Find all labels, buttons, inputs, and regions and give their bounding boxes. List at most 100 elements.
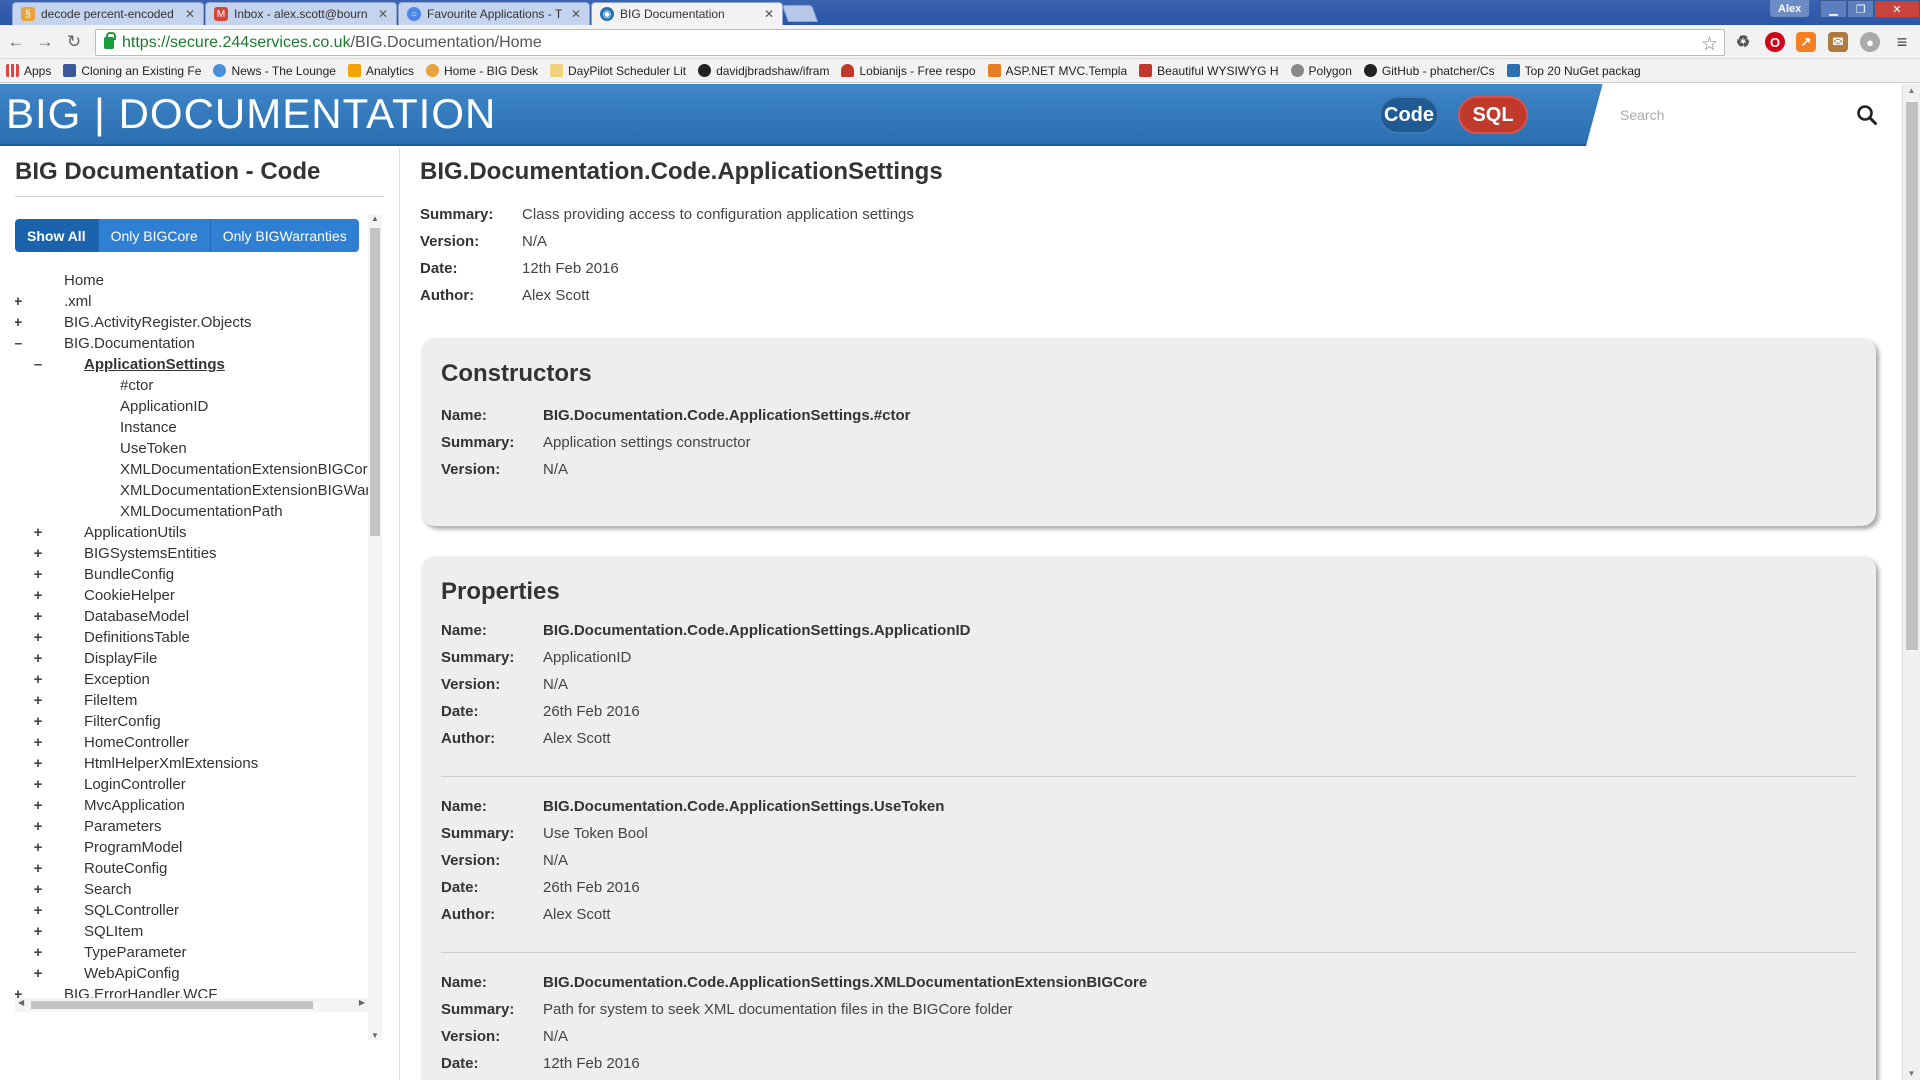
analytics-extension-icon[interactable]: ↗ <box>1796 32 1816 52</box>
back-arrow-icon[interactable]: ← <box>6 32 26 52</box>
tree-item-label[interactable]: Instance <box>120 417 177 438</box>
expand-icon[interactable]: + <box>15 312 25 333</box>
scrollbar-thumb[interactable] <box>1906 102 1918 650</box>
tab-close-icon[interactable]: ✕ <box>378 7 388 21</box>
expand-icon[interactable]: + <box>31 732 45 753</box>
bookmark-item[interactable]: Beautiful WYSIWYG H <box>1139 64 1279 78</box>
bookmark-item[interactable]: Home - BIG Desk <box>425 64 538 78</box>
expand-icon[interactable]: + <box>31 879 45 900</box>
tree-item[interactable]: XMLDocumentationExtensionBIGWarr <box>15 480 368 501</box>
bookmark-item[interactable]: davidjbradshaw/ifram <box>698 64 829 78</box>
bookmark-item[interactable]: Top 20 NuGet packag <box>1506 64 1641 78</box>
tab-close-icon[interactable]: ✕ <box>185 7 195 21</box>
tree-item[interactable]: + CookieHelper <box>15 585 368 606</box>
tree-item[interactable]: + BIGSystemsEntities <box>15 543 368 564</box>
tree-item-label[interactable]: XMLDocumentationExtensionBIGWarr <box>120 480 368 501</box>
filter-only-bigwarranties-button[interactable]: Only BIGWarranties <box>210 219 359 252</box>
collapse-icon[interactable]: – <box>15 333 25 354</box>
tab-close-icon[interactable]: ✕ <box>764 7 774 21</box>
tree-item-label[interactable]: HomeController <box>84 732 189 753</box>
collapse-icon[interactable]: – <box>31 354 45 375</box>
tree-item[interactable]: + TypeParameter <box>15 942 368 963</box>
tree-item-label[interactable]: BundleConfig <box>84 564 174 585</box>
scrollbar-thumb[interactable] <box>31 1001 313 1009</box>
tree-item[interactable]: + RouteConfig <box>15 858 368 879</box>
tree-item-label[interactable]: TypeParameter <box>84 942 187 963</box>
tree-item-label[interactable]: FilterConfig <box>84 711 161 732</box>
tree-item-label[interactable]: ApplicationUtils <box>84 522 187 543</box>
tree-item-label[interactable]: BIG.ActivityRegister.Objects <box>64 312 252 333</box>
tree-item-label[interactable]: SQLItem <box>84 921 143 942</box>
expand-icon[interactable]: + <box>31 753 45 774</box>
expand-icon[interactable]: + <box>31 690 45 711</box>
browser-tab[interactable]: ○ Favourite Applications - T ✕ <box>398 2 590 25</box>
brand-title[interactable]: BIG | DOCUMENTATION <box>6 90 496 138</box>
extension-icon[interactable]: ● <box>1860 32 1880 52</box>
new-tab-button[interactable] <box>781 5 819 22</box>
tree-item[interactable]: + DisplayFile <box>15 648 368 669</box>
tree-item-label[interactable]: XMLDocumentationPath <box>120 501 283 522</box>
page-vertical-scrollbar[interactable]: ▲ ▼ <box>1902 84 1920 1080</box>
tree-item[interactable]: + ApplicationUtils <box>15 522 368 543</box>
tree-item-label[interactable]: FileItem <box>84 690 137 711</box>
tree-item-label[interactable]: ProgramModel <box>84 837 182 858</box>
tree-item[interactable]: Instance <box>15 417 368 438</box>
tree-item[interactable]: – BIG.Documentation <box>15 333 368 354</box>
tree-item[interactable]: + DatabaseModel <box>15 606 368 627</box>
bookmark-item[interactable]: Analytics <box>347 64 414 78</box>
tree-item-label[interactable]: BIG.Documentation <box>64 333 195 354</box>
tree-item[interactable]: + HtmlHelperXmlExtensions <box>15 753 368 774</box>
tree-item[interactable]: UseToken <box>15 438 368 459</box>
tree-item-label[interactable]: #ctor <box>120 375 153 396</box>
reload-icon[interactable]: ↻ <box>64 32 84 52</box>
tree-item-label[interactable]: DefinitionsTable <box>84 627 190 648</box>
tree-item-label[interactable]: SQLController <box>84 900 179 921</box>
maximize-icon[interactable]: ❐ <box>1847 0 1874 18</box>
bookmark-item[interactable]: News - The Lounge <box>213 64 336 78</box>
tree-item-label[interactable]: UseToken <box>120 438 187 459</box>
tree-item[interactable]: + SQLItem <box>15 921 368 942</box>
scroll-up-arrow-icon[interactable]: ▲ <box>368 214 382 223</box>
expand-icon[interactable]: + <box>31 627 45 648</box>
scroll-down-arrow-icon[interactable]: ▼ <box>368 1031 382 1040</box>
opera-extension-icon[interactable]: O <box>1765 32 1785 52</box>
bookmark-item[interactable]: Polygon <box>1290 64 1352 78</box>
tree-item[interactable]: XMLDocumentationPath <box>15 501 368 522</box>
expand-icon[interactable]: + <box>31 711 45 732</box>
expand-icon[interactable]: + <box>31 921 45 942</box>
expand-icon[interactable]: + <box>31 795 45 816</box>
scroll-right-arrow-icon[interactable]: ▶ <box>359 998 365 1007</box>
tree-item[interactable]: – ApplicationSettings <box>15 354 368 375</box>
tree-item[interactable]: XMLDocumentationExtensionBIGCore <box>15 459 368 480</box>
tree-item-label[interactable]: Search <box>84 879 132 900</box>
tree-item-label[interactable]: Parameters <box>84 816 162 837</box>
tree-item-label[interactable]: DatabaseModel <box>84 606 189 627</box>
expand-icon[interactable]: + <box>31 564 45 585</box>
expand-icon[interactable]: + <box>31 606 45 627</box>
expand-icon[interactable]: + <box>31 858 45 879</box>
menu-icon[interactable]: ≡ <box>1892 32 1912 52</box>
tree-item[interactable]: + .xml <box>15 291 368 312</box>
tree-item[interactable]: + HomeController <box>15 732 368 753</box>
bookmark-star-icon[interactable]: ☆ <box>1701 33 1718 56</box>
tree-item[interactable]: + DefinitionsTable <box>15 627 368 648</box>
bookmark-item[interactable]: Apps <box>6 64 51 78</box>
tree-item[interactable]: + Exception <box>15 669 368 690</box>
tree-item-label[interactable]: .xml <box>64 291 92 312</box>
tree-item[interactable]: #ctor <box>15 375 368 396</box>
tab-close-icon[interactable]: ✕ <box>571 7 581 21</box>
tree-item-label[interactable]: MvcApplication <box>84 795 185 816</box>
tree-item[interactable]: + MvcApplication <box>15 795 368 816</box>
tree-item-label[interactable]: RouteConfig <box>84 858 167 879</box>
filter-show-all-button[interactable]: Show All <box>15 219 99 252</box>
browser-tab-active[interactable]: ◉ BIG Documentation ✕ <box>591 2 783 25</box>
expand-icon[interactable]: + <box>31 543 45 564</box>
tree-item[interactable]: + WebApiConfig <box>15 963 368 984</box>
code-button[interactable]: Code <box>1379 96 1439 134</box>
scroll-left-arrow-icon[interactable]: ◀ <box>18 998 24 1007</box>
expand-icon[interactable]: + <box>31 900 45 921</box>
address-bar[interactable]: https:// secure.244services.co.uk /BIG.D… <box>95 29 1725 56</box>
scroll-up-arrow-icon[interactable]: ▲ <box>1903 86 1920 95</box>
tree-item-label[interactable]: ApplicationID <box>120 396 208 417</box>
scroll-down-arrow-icon[interactable]: ▼ <box>1903 1069 1920 1078</box>
